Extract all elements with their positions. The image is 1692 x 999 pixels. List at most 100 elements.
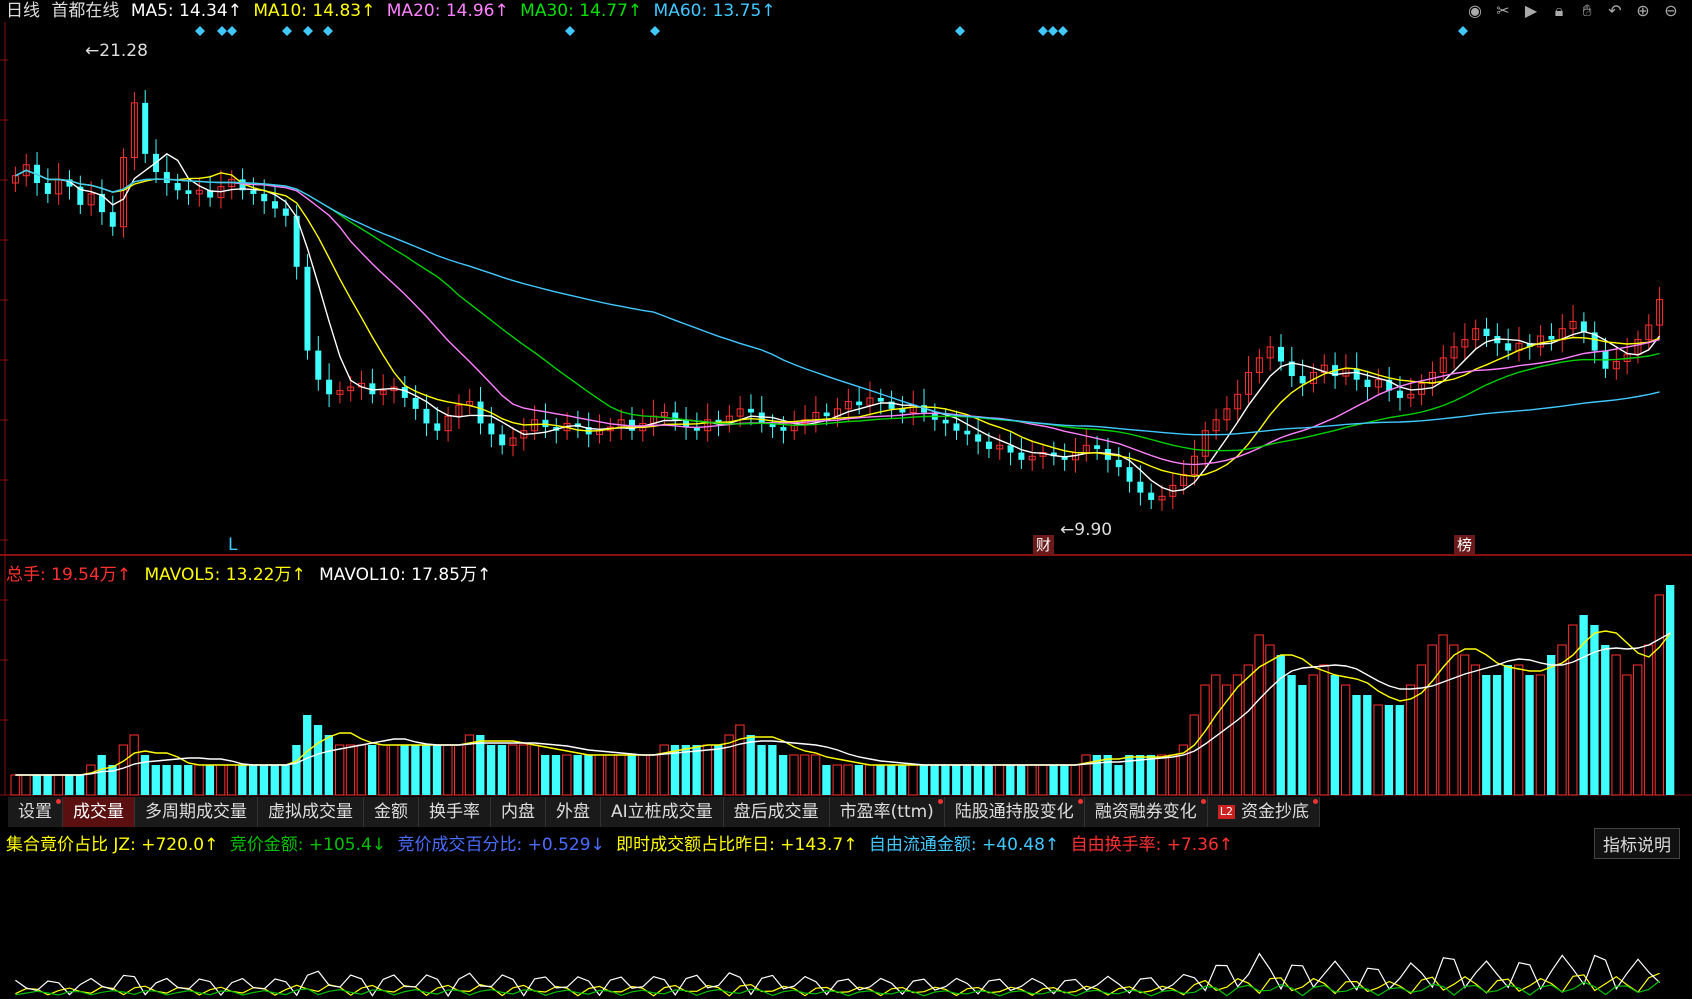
- volume-bar: [43, 775, 52, 795]
- candle-down: [499, 434, 506, 446]
- volume-bar: [508, 744, 518, 796]
- volume-bar: [173, 765, 182, 795]
- volume-bar: [75, 775, 85, 795]
- volume-bar: [789, 754, 799, 796]
- volume-bar: [389, 744, 399, 796]
- tab-label: 换手率: [429, 802, 480, 822]
- volume-bar: [140, 755, 150, 795]
- volume-bar: [637, 754, 648, 796]
- high-price-label: ←21.28: [85, 41, 148, 61]
- volume-bar: [529, 744, 540, 796]
- volume-bar: [1514, 664, 1524, 796]
- undo-icon[interactable]: ↶: [1604, 0, 1626, 22]
- volume-bar: [1038, 764, 1048, 796]
- candle-down: [1353, 368, 1360, 380]
- volume-bar: [887, 765, 896, 795]
- volume-bar: [108, 765, 117, 795]
- volume-bar: [1633, 664, 1643, 796]
- volume-bar: [32, 775, 41, 795]
- eye-icon[interactable]: ◉: [1464, 0, 1486, 22]
- tab-label: 外盘: [556, 802, 590, 822]
- ma20-line: [15, 169, 1660, 466]
- tab-10[interactable]: 市盈率(ttm): [830, 797, 945, 827]
- volume-bar: [1298, 685, 1307, 795]
- volume-bar: [832, 764, 842, 796]
- play-icon[interactable]: ▶: [1520, 0, 1542, 22]
- volume-bar: [746, 735, 755, 795]
- tab-label: 金额: [374, 802, 408, 822]
- volume-bar: [1416, 664, 1427, 796]
- volume-bar: [541, 755, 550, 795]
- tab-7[interactable]: 外盘: [546, 797, 601, 827]
- volume-bar: [1666, 585, 1675, 795]
- volume-bar: [1287, 675, 1296, 795]
- candle-down: [434, 423, 441, 431]
- auction-amount-label: 竞价金额: +105.4↓: [229, 835, 387, 855]
- candle-down: [1148, 492, 1155, 500]
- candle-down: [780, 427, 787, 431]
- tab-dot-icon: [56, 799, 61, 804]
- volume-bar: [324, 735, 334, 795]
- candle-down: [1126, 467, 1133, 482]
- hand-icon[interactable]: ✋︎: [1576, 0, 1598, 22]
- l-marker: L: [228, 535, 238, 555]
- volume-bar: [1557, 644, 1567, 796]
- tab-2[interactable]: 多周期成交量: [135, 797, 258, 827]
- zoom-in-icon[interactable]: ⊕: [1632, 0, 1654, 22]
- volume-bar: [1611, 654, 1621, 796]
- event-diamond-icon: [195, 26, 205, 36]
- volume-bar: [994, 764, 1005, 796]
- volume-bar: [692, 745, 701, 795]
- bang-marker[interactable]: 榜: [1454, 535, 1476, 555]
- tab-label: 多周期成交量: [145, 802, 247, 822]
- volume-bar: [1016, 765, 1026, 795]
- volume-bar: [1243, 664, 1253, 796]
- mavol5-line: [15, 630, 1671, 776]
- candle-down: [250, 190, 257, 194]
- candle-down: [942, 419, 949, 424]
- candle-down: [985, 441, 992, 449]
- volume-bar: [1427, 644, 1437, 796]
- tab-8[interactable]: AI立桩成交量: [601, 797, 724, 827]
- tab-0[interactable]: 设置: [8, 797, 63, 827]
- volume-bar: [151, 765, 160, 795]
- indicator-help-button[interactable]: 指标说明: [1594, 828, 1680, 859]
- volume-bar: [1081, 754, 1091, 796]
- volume-bar: [952, 765, 961, 795]
- tab-12[interactable]: 融资融券变化: [1085, 797, 1208, 827]
- volume-bar: [1167, 754, 1178, 796]
- free-float-amount-label: 自由流通金额: +40.48↑: [868, 835, 1060, 855]
- tab-5[interactable]: 换手率: [419, 797, 491, 827]
- tab-11[interactable]: 陆股通持股变化: [945, 797, 1085, 827]
- volume-bar: [10, 774, 20, 796]
- tab-13[interactable]: L2 资金抄底: [1208, 797, 1320, 827]
- volume-bar: [86, 764, 96, 796]
- candle-down: [877, 397, 884, 402]
- tab-label: 资金抄底: [1240, 802, 1309, 822]
- period-label[interactable]: 日线: [6, 1, 40, 21]
- zoom-out-icon[interactable]: ⊖: [1660, 0, 1682, 22]
- candle-down: [1018, 452, 1025, 460]
- volume-bar: [779, 755, 788, 795]
- cai-marker[interactable]: 财: [1033, 535, 1055, 555]
- scissors-icon[interactable]: ✂: [1492, 0, 1514, 22]
- tab-3[interactable]: 虚拟成交量: [258, 797, 364, 827]
- l2-badge: L2: [1217, 805, 1235, 819]
- volume-bar: [53, 774, 64, 796]
- volume-bar: [1438, 634, 1448, 796]
- candle-down: [315, 350, 322, 380]
- tab-9[interactable]: 盘后成交量: [724, 797, 830, 827]
- tab-1[interactable]: 成交量: [63, 797, 135, 827]
- event-diamond-icon: [323, 26, 333, 36]
- volume-bar: [21, 774, 31, 796]
- lock-icon[interactable]: 🔒︎: [1548, 0, 1570, 22]
- volume-bar: [757, 745, 766, 795]
- volume-bar: [356, 744, 366, 796]
- tab-6[interactable]: 内盘: [491, 797, 546, 827]
- candle-down: [964, 430, 971, 435]
- volume-bar: [453, 744, 464, 796]
- volume-bar: [1308, 674, 1318, 796]
- volume-bar: [1525, 675, 1534, 795]
- volume-bar: [400, 745, 409, 795]
- tab-4[interactable]: 金额: [364, 797, 419, 827]
